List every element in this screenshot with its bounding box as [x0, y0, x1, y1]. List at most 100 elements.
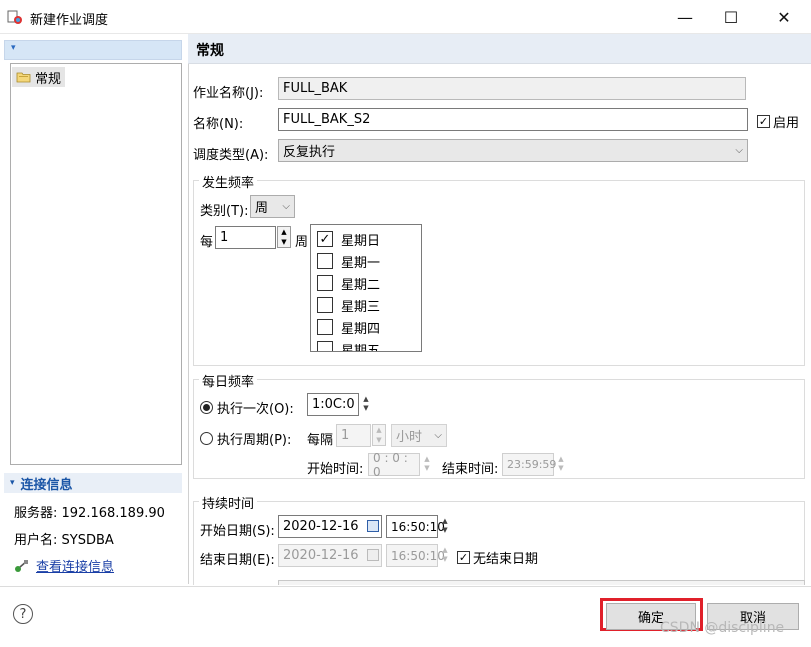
server-info: 服务器: 192.168.189.90 [14, 506, 165, 521]
weekday-label: 星期日 [341, 233, 381, 249]
weekday-item[interactable]: 星期二 [317, 273, 380, 293]
end-time-of-day-spinner[interactable]: ▲ ▼ [439, 544, 451, 566]
run-once-label: 执行一次(O): [217, 402, 294, 417]
weekday-checkbox[interactable]: ✓ [317, 231, 333, 247]
weekday-checkbox[interactable] [317, 341, 333, 351]
run-once-radio-button[interactable] [200, 401, 213, 414]
end-time-spinner[interactable]: ▲ ▼ [555, 453, 567, 475]
chevron-down-icon: ⌵ [434, 430, 442, 441]
end-time-input[interactable]: 23:59:59 [502, 453, 556, 476]
start-time-spinner[interactable]: ▲ ▼ [421, 453, 433, 475]
interval-value-spinner[interactable]: ▲ ▼ [372, 424, 386, 446]
close-button[interactable]: ✕ [761, 0, 807, 34]
chevron-down-icon: ⌵ [282, 201, 290, 212]
enable-label: 启用 [773, 116, 800, 131]
interval-unit-select[interactable]: 小时 ⌵ [391, 424, 447, 447]
section-header [188, 34, 811, 64]
frequency-type-value: 周 [255, 201, 269, 216]
end-time-of-day-input[interactable]: 16:50:10 [386, 544, 445, 567]
schedule-type-label: 调度类型(A): [193, 148, 269, 163]
help-glyph: ? [19, 606, 27, 622]
app-icon [7, 10, 22, 24]
chevron-down-icon: ⌵ [735, 145, 743, 156]
weekday-item[interactable]: 星期五 [317, 339, 381, 352]
job-name-label: 作业名称(J): [193, 86, 264, 101]
every-weeks-spinner[interactable]: ▲ ▼ [277, 226, 291, 248]
end-time-label: 结束时间: [442, 462, 499, 477]
weekday-checkbox[interactable] [317, 297, 333, 313]
interval-unit-value: 小时 [396, 430, 423, 445]
name-input[interactable]: FULL_BAK_S2 [278, 108, 748, 131]
weekday-label: 星期四 [341, 321, 381, 337]
spin-up-icon: ▲ [281, 228, 287, 236]
run-once-time-input[interactable]: 1:0C:0 [307, 393, 359, 416]
run-once-time-spinner[interactable]: ▲ ▼ [360, 393, 372, 415]
daily-frequency-group-title: 每日频率 [199, 371, 258, 390]
view-connection-link[interactable]: 查看连接信息 [14, 556, 114, 575]
spin-down-icon: ▼ [376, 436, 382, 444]
minimize-button[interactable]: — [662, 0, 708, 34]
spin-down-icon: ▼ [558, 464, 564, 472]
watermark: CSDN @discipline [660, 620, 785, 636]
schedule-type-select[interactable]: 反复执行 ⌵ [278, 139, 748, 162]
start-date-input[interactable]: 2020-12-16 [278, 515, 382, 538]
start-date-value: 2020-12-16 [283, 519, 359, 534]
weekday-checkbox[interactable] [317, 275, 333, 291]
weekday-item[interactable]: 星期一 [317, 251, 380, 271]
weekday-item[interactable]: 星期三 [317, 295, 380, 315]
tree-item-label: 常规 [35, 71, 62, 87]
no-end-date-check-box[interactable]: ✓ [457, 551, 470, 564]
run-period-radio-button[interactable] [200, 432, 213, 445]
connection-header[interactable]: ▾ 连接信息 [4, 473, 182, 493]
every-label: 每 [200, 235, 214, 250]
nav-header[interactable]: ▾ [4, 40, 182, 60]
weekday-label: 星期三 [341, 299, 381, 315]
end-date-value: 2020-12-16 [283, 548, 359, 563]
start-time-label: 开始时间: [307, 462, 364, 477]
every-unit-label: 周 [295, 235, 309, 250]
spin-down-icon: ▼ [442, 555, 448, 563]
spin-down-icon: ▼ [424, 464, 430, 472]
enable-check-box[interactable]: ✓ [757, 115, 770, 128]
connection-icon [15, 559, 28, 572]
run-period-radio[interactable]: 执行周期(P): [200, 429, 291, 448]
weekday-label: 星期五 [341, 343, 381, 352]
spin-down-icon: ▼ [442, 526, 448, 534]
job-name-field[interactable]: FULL_BAK [278, 77, 746, 100]
minimize-icon: — [677, 7, 693, 27]
spin-up-icon: ▲ [424, 455, 430, 463]
view-connection-label: 查看连接信息 [36, 560, 115, 575]
end-date-input[interactable]: 2020-12-16 [278, 544, 382, 567]
connection-header-label: 连接信息 [20, 477, 73, 493]
weekday-item[interactable]: ✓ 星期日 [317, 229, 380, 249]
spin-up-icon: ▲ [558, 455, 564, 463]
start-time-of-day-input[interactable]: 16:50:10 [386, 515, 445, 538]
enable-checkbox[interactable]: ✓ 启用 [757, 112, 799, 131]
weekday-label: 星期二 [341, 277, 381, 293]
duration-group [193, 501, 805, 585]
weekday-list[interactable]: ✓星期日 星期一 星期二 星期三 星期四 星期五 ▲ ▼ [310, 224, 422, 352]
nav-tree: 常规 [10, 63, 182, 465]
folder-icon [16, 72, 31, 83]
maximize-button[interactable]: ☐ [708, 0, 754, 34]
every-weeks-input[interactable]: 1 [215, 226, 276, 249]
window-title: 新建作业调度 [30, 13, 109, 28]
weekday-item[interactable]: 星期四 [317, 317, 380, 337]
collapse-icon: ▾ [10, 478, 15, 488]
no-end-date-checkbox[interactable]: ✓ 无结束日期 [457, 548, 538, 567]
run-once-radio[interactable]: 执行一次(O): [200, 398, 294, 417]
frequency-type-select[interactable]: 周 ⌵ [250, 195, 295, 218]
frequency-type-label: 类别(T): [200, 204, 249, 219]
start-time-of-day-spinner[interactable]: ▲ ▼ [439, 515, 451, 537]
calendar-icon[interactable] [367, 549, 379, 561]
start-time-input[interactable]: 0 : 0 : 0 [368, 451, 420, 479]
weekday-checkbox[interactable] [317, 253, 333, 269]
weekday-checkbox[interactable] [317, 319, 333, 335]
tree-item-general[interactable]: 常规 [12, 67, 66, 87]
end-date-label: 结束日期(E): [200, 553, 275, 568]
calendar-icon[interactable] [367, 520, 379, 532]
interval-value-input[interactable]: 1 [336, 424, 371, 447]
name-label: 名称(N): [193, 117, 244, 132]
help-icon[interactable]: ? [13, 604, 33, 624]
spin-up-icon: ▲ [442, 517, 448, 525]
